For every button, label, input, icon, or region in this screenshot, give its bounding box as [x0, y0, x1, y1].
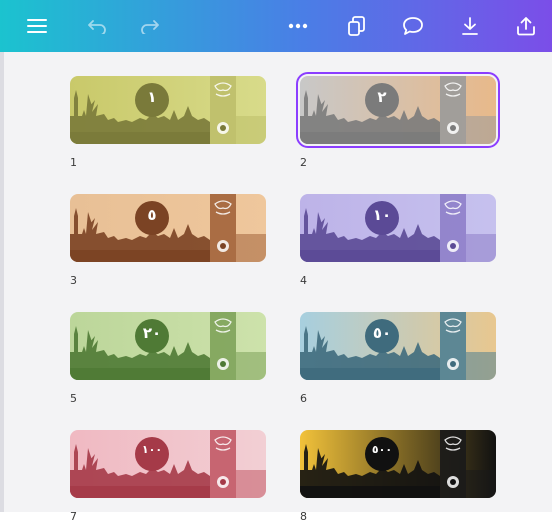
redo-button[interactable] [135, 0, 165, 52]
page-preview[interactable] [300, 194, 496, 262]
denomination-label: ٥٠٠ [371, 443, 393, 456]
page-preview[interactable] [70, 194, 266, 262]
share-button[interactable] [511, 0, 541, 52]
duplicate-icon [348, 16, 365, 36]
comment-button[interactable] [398, 0, 428, 52]
undo-icon [88, 20, 106, 34]
download-button[interactable] [455, 0, 485, 52]
page-number: 2 [300, 156, 307, 169]
banknote-illustration [70, 76, 266, 144]
page-number: 3 [70, 274, 77, 287]
comment-icon [403, 17, 423, 35]
page-thumbnail[interactable]: ٥3 [70, 194, 266, 290]
denomination-label: ٥٠ [372, 324, 392, 342]
top-toolbar [0, 0, 552, 52]
page-preview[interactable] [300, 312, 496, 380]
undo-button[interactable] [82, 0, 112, 52]
page-thumbnail[interactable]: ٢2 [296, 72, 500, 172]
page-thumbnail[interactable]: ٥٠ 6 [300, 312, 496, 408]
banknote-illustration [300, 312, 496, 380]
menu-icon [27, 19, 47, 33]
page-preview[interactable] [70, 312, 266, 380]
page-preview[interactable] [70, 76, 266, 144]
more-button[interactable] [283, 0, 313, 52]
page-number: 1 [70, 156, 77, 169]
more-icon [288, 23, 308, 29]
download-icon [462, 17, 478, 35]
banknote-illustration [70, 312, 266, 380]
menu-button[interactable] [22, 0, 52, 52]
denomination-label: ١٠ [372, 206, 392, 224]
banknote-illustration [300, 430, 496, 498]
banknote-illustration [300, 76, 496, 144]
denomination-label: ٥ [147, 206, 157, 224]
banknote-illustration [70, 194, 266, 262]
page-number: 4 [300, 274, 307, 287]
denomination-label: ١٠٠ [141, 443, 163, 456]
page-thumbnail[interactable]: ١٠ 4 [300, 194, 496, 290]
page-preview[interactable] [296, 72, 500, 148]
duplicate-button[interactable] [342, 0, 372, 52]
redo-icon [141, 20, 159, 34]
page-number: 5 [70, 392, 77, 405]
page-thumbnail[interactable]: ١1 [70, 76, 266, 172]
banknote-illustration [70, 430, 266, 498]
denomination-label: ٢ [377, 88, 387, 106]
denomination-label: ٢٠ [142, 324, 162, 342]
share-icon [517, 17, 535, 36]
banknote-illustration [300, 194, 496, 262]
denomination-label: ١ [147, 88, 157, 106]
page-preview[interactable] [300, 430, 496, 498]
page-number: 6 [300, 392, 307, 405]
canvas-edge [0, 52, 4, 512]
page-thumbnail[interactable]: ٢٠ 5 [70, 312, 266, 408]
page-preview[interactable] [70, 430, 266, 498]
